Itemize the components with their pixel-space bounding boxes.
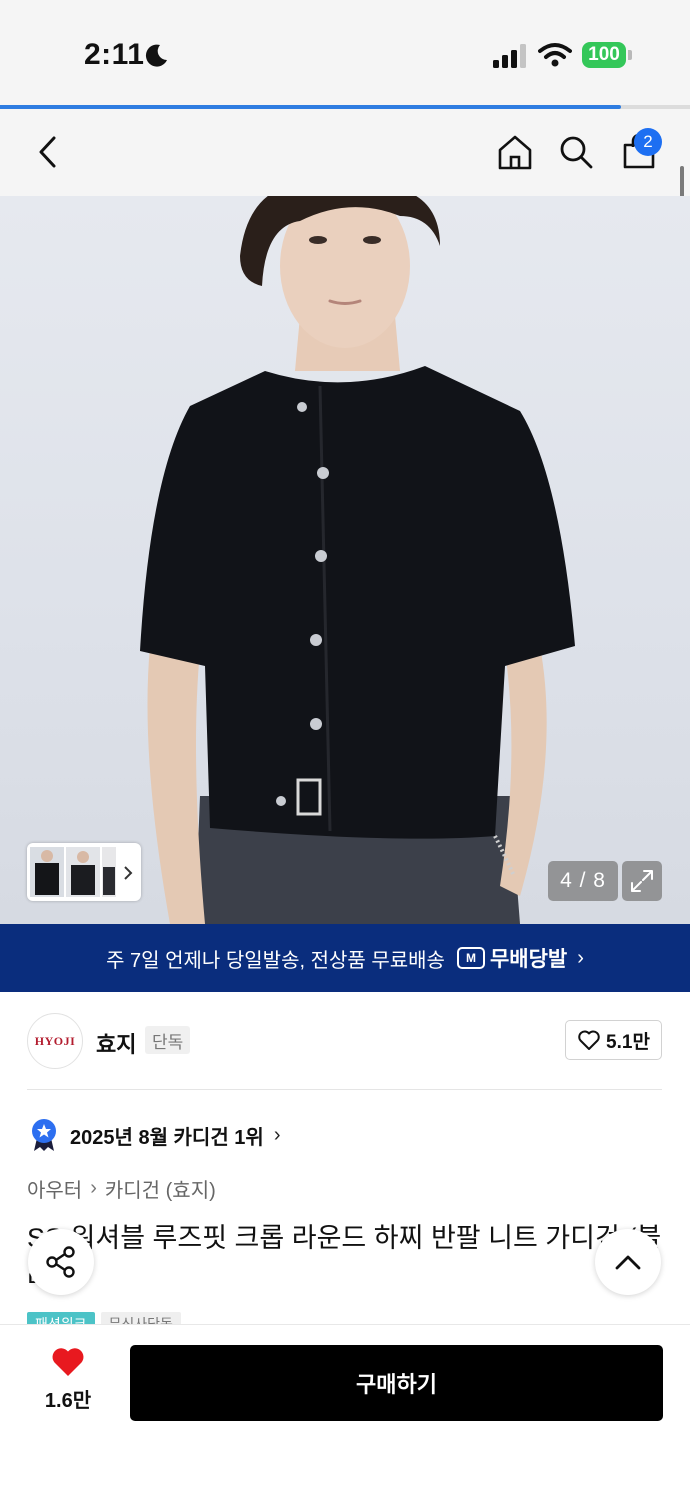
brand-name[interactable]: 효지: [96, 1027, 136, 1059]
buy-button[interactable]: 구매하기: [130, 1345, 663, 1421]
product-like-count: 1.6만: [44, 1390, 92, 1412]
signal-icon: [493, 44, 526, 68]
chevron-right-icon: ›: [577, 946, 584, 969]
status-time: 2:11: [84, 38, 145, 71]
battery-level: 100: [582, 42, 626, 68]
heart-filled-icon: [52, 1348, 84, 1376]
battery-indicator: 100: [582, 42, 632, 68]
product-photo-illustration: [140, 196, 575, 924]
product-image[interactable]: [0, 196, 690, 924]
thumbnail-images: [30, 847, 133, 897]
divider: [27, 1089, 662, 1090]
brand-like-count: 5.1만: [606, 1031, 650, 1053]
exclusive-tag: 단독: [145, 1026, 191, 1054]
product-title: SS 워셔블 루즈핏 크롭 라운드 하찌 반팔 니트 가디건 (블러): [27, 1223, 661, 1293]
top-navigation: [0, 109, 690, 196]
image-thumbnail-strip[interactable]: [27, 843, 141, 901]
status-bar: 2:11 100: [0, 0, 690, 106]
ranking-badge-icon: [32, 1119, 56, 1151]
breadcrumb-current[interactable]: 카디건 (효지): [105, 1174, 216, 1203]
breadcrumb-separator: ›: [90, 1177, 97, 1199]
breadcrumb-parent[interactable]: 아우터: [27, 1174, 82, 1203]
promo-logo-text: 무배당발: [489, 948, 568, 971]
moon-icon: [145, 44, 167, 67]
ranking-text: 2025년 8월 카디건 1위: [70, 1126, 264, 1149]
scroll-to-top-button[interactable]: [595, 1229, 661, 1295]
promo-logo-mark: M: [456, 947, 485, 969]
wifi-icon: [538, 43, 572, 67]
share-icon: [46, 1246, 75, 1278]
search-icon: [560, 136, 593, 169]
ranking-link[interactable]: 2025년 8월 카디건 1위 ›: [30, 1118, 280, 1152]
battery-tip: [628, 50, 632, 60]
promo-logo: M 무배당발: [456, 943, 568, 973]
expand-image-button[interactable]: [622, 861, 662, 901]
back-button[interactable]: [24, 128, 72, 176]
brand-like-button[interactable]: 5.1만: [565, 1020, 662, 1060]
chevron-right-icon: ›: [273, 1123, 281, 1146]
brand-logo[interactable]: HYOJI: [27, 1013, 83, 1069]
chevron-up-icon: [615, 1255, 641, 1270]
delivery-promo-banner[interactable]: 주 7일 언제나 당일발송, 전상품 무료배송 M 무배당발 ›: [0, 924, 690, 992]
home-button[interactable]: [491, 128, 539, 176]
home-icon: [498, 135, 532, 170]
image-counter: 4 / 8: [548, 861, 618, 901]
search-button[interactable]: [552, 128, 600, 176]
breadcrumb: 아우터 › 카디건 (효지): [27, 1174, 216, 1203]
promo-text: 주 7일 언제나 당일발송, 전상품 무료배송: [106, 949, 445, 972]
share-button[interactable]: [28, 1229, 94, 1295]
back-icon: [39, 136, 56, 168]
heart-outline-icon: [578, 1030, 600, 1050]
product-like-button[interactable]: 1.6만: [34, 1346, 102, 1418]
cart-count-badge: 2: [634, 128, 662, 156]
expand-icon: [631, 870, 653, 892]
